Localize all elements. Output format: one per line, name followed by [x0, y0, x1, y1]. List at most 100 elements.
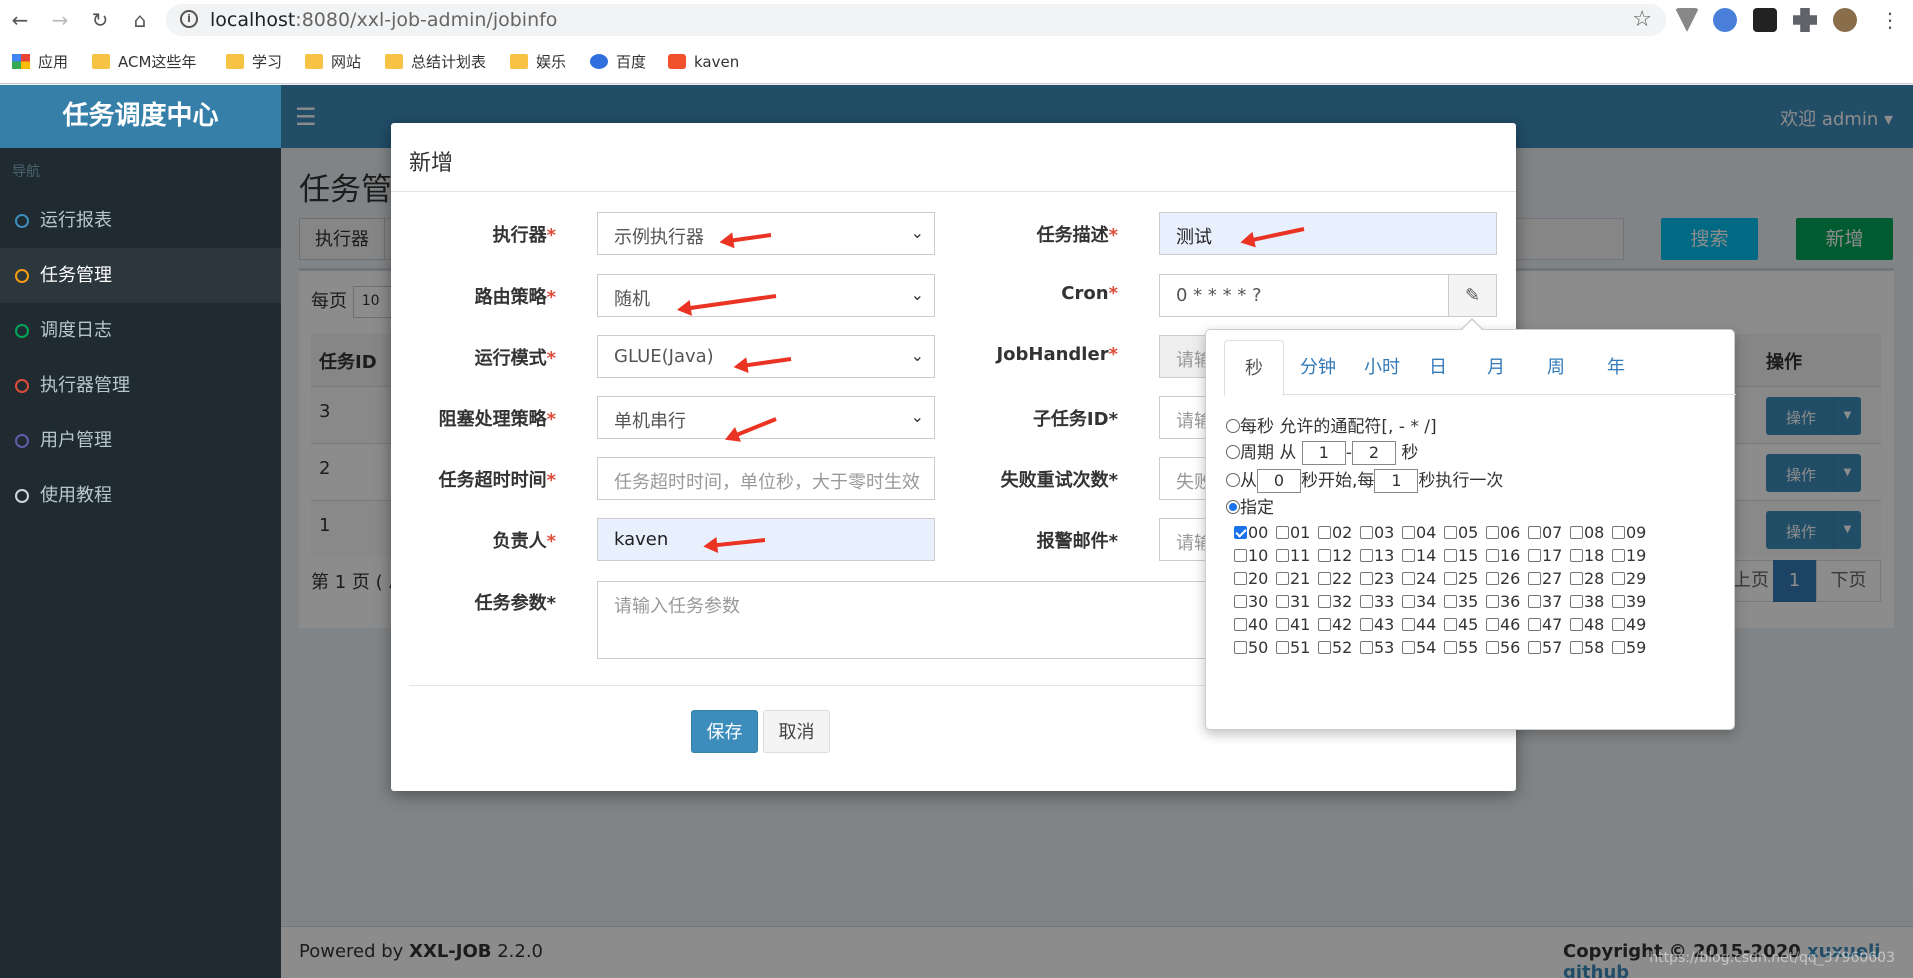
- tab-hour[interactable]: 小时: [1352, 340, 1412, 396]
- second-checkbox-24[interactable]: 24: [1402, 569, 1444, 591]
- checkbox[interactable]: [1318, 595, 1331, 608]
- second-checkbox-51[interactable]: 51: [1276, 638, 1318, 660]
- checkbox[interactable]: [1444, 572, 1457, 585]
- run-mode-select[interactable]: GLUE(Java) ⌄: [597, 335, 935, 378]
- sidebar-item-users[interactable]: 用户管理: [0, 413, 281, 468]
- home-icon[interactable]: ⌂: [126, 6, 154, 34]
- checkbox[interactable]: [1612, 641, 1625, 654]
- app-logo[interactable]: 任务调度中心: [0, 85, 281, 148]
- cycle-from-input[interactable]: 1: [1301, 441, 1346, 465]
- second-checkbox-08[interactable]: 08: [1570, 523, 1612, 545]
- sidebar-item-logs[interactable]: 调度日志: [0, 303, 281, 358]
- bookmark-item[interactable]: 网站: [305, 50, 361, 74]
- second-checkbox-41[interactable]: 41: [1276, 615, 1318, 637]
- checkbox[interactable]: [1528, 526, 1541, 539]
- tab-day[interactable]: 日: [1408, 340, 1468, 396]
- tab-week[interactable]: 周: [1526, 340, 1586, 396]
- option-cycle[interactable]: 周期 从 1-2 秒: [1226, 438, 1418, 465]
- checkbox[interactable]: [1486, 641, 1499, 654]
- checkbox[interactable]: [1570, 572, 1583, 585]
- checkbox[interactable]: [1570, 549, 1583, 562]
- checkbox[interactable]: [1570, 641, 1583, 654]
- radio-every[interactable]: [1226, 419, 1240, 433]
- checkbox[interactable]: [1234, 526, 1247, 539]
- forward-icon[interactable]: →: [46, 6, 74, 34]
- second-checkbox-06[interactable]: 06: [1486, 523, 1528, 545]
- second-checkbox-11[interactable]: 11: [1276, 546, 1318, 568]
- bookmark-item[interactable]: 百度: [590, 50, 646, 74]
- second-checkbox-14[interactable]: 14: [1402, 546, 1444, 568]
- checkbox[interactable]: [1276, 641, 1289, 654]
- second-checkbox-40[interactable]: 40: [1234, 615, 1276, 637]
- second-checkbox-36[interactable]: 36: [1486, 592, 1528, 614]
- checkbox[interactable]: [1318, 641, 1331, 654]
- checkbox[interactable]: [1318, 618, 1331, 631]
- second-checkbox-20[interactable]: 20: [1234, 569, 1276, 591]
- menu-icon[interactable]: ⋮: [1876, 6, 1904, 34]
- second-checkbox-29[interactable]: 29: [1612, 569, 1654, 591]
- second-checkbox-31[interactable]: 31: [1276, 592, 1318, 614]
- back-icon[interactable]: ←: [6, 6, 34, 34]
- checkbox[interactable]: [1444, 595, 1457, 608]
- second-checkbox-39[interactable]: 39: [1612, 592, 1654, 614]
- checkbox[interactable]: [1528, 618, 1541, 631]
- checkbox[interactable]: [1444, 641, 1457, 654]
- second-checkbox-54[interactable]: 54: [1402, 638, 1444, 660]
- checkbox[interactable]: [1612, 595, 1625, 608]
- checkbox[interactable]: [1402, 618, 1415, 631]
- second-checkbox-12[interactable]: 12: [1318, 546, 1360, 568]
- checkbox[interactable]: [1276, 572, 1289, 585]
- second-checkbox-38[interactable]: 38: [1570, 592, 1612, 614]
- second-checkbox-02[interactable]: 02: [1318, 523, 1360, 545]
- second-checkbox-00[interactable]: 00: [1234, 523, 1276, 545]
- second-checkbox-55[interactable]: 55: [1444, 638, 1486, 660]
- from-every-input[interactable]: 1: [1374, 469, 1419, 493]
- bookmark-item[interactable]: 学习: [226, 50, 282, 74]
- second-checkbox-44[interactable]: 44: [1402, 615, 1444, 637]
- checkbox[interactable]: [1486, 595, 1499, 608]
- checkbox[interactable]: [1444, 549, 1457, 562]
- second-checkbox-27[interactable]: 27: [1528, 569, 1570, 591]
- checkbox[interactable]: [1528, 641, 1541, 654]
- sidebar-item-jobs[interactable]: 任务管理: [0, 248, 281, 303]
- checkbox[interactable]: [1234, 641, 1247, 654]
- site-info-icon[interactable]: i: [180, 10, 198, 28]
- checkbox[interactable]: [1402, 641, 1415, 654]
- option-from[interactable]: 从 0 秒开始,每 1 秒执行一次: [1226, 466, 1503, 493]
- sidebar-item-help[interactable]: 使用教程: [0, 468, 281, 523]
- second-checkbox-13[interactable]: 13: [1360, 546, 1402, 568]
- second-checkbox-49[interactable]: 49: [1612, 615, 1654, 637]
- tab-second[interactable]: 秒: [1224, 340, 1284, 396]
- radio-specify[interactable]: [1226, 500, 1240, 514]
- second-checkbox-52[interactable]: 52: [1318, 638, 1360, 660]
- checkbox[interactable]: [1360, 641, 1373, 654]
- sidebar-item-report[interactable]: 运行报表: [0, 193, 281, 248]
- second-checkbox-15[interactable]: 15: [1444, 546, 1486, 568]
- bookmark-item[interactable]: ACM这些年: [92, 50, 196, 74]
- second-checkbox-45[interactable]: 45: [1444, 615, 1486, 637]
- checkbox[interactable]: [1276, 618, 1289, 631]
- tab-year[interactable]: 年: [1586, 340, 1646, 396]
- checkbox[interactable]: [1528, 572, 1541, 585]
- second-checkbox-21[interactable]: 21: [1276, 569, 1318, 591]
- second-checkbox-58[interactable]: 58: [1570, 638, 1612, 660]
- bookmark-item[interactable]: 总结计划表: [385, 50, 486, 74]
- job-desc-input[interactable]: 测试: [1159, 212, 1497, 255]
- second-checkbox-57[interactable]: 57: [1528, 638, 1570, 660]
- checkbox[interactable]: [1402, 526, 1415, 539]
- checkbox[interactable]: [1234, 572, 1247, 585]
- extension-icon[interactable]: [1675, 8, 1699, 32]
- checkbox[interactable]: [1444, 618, 1457, 631]
- second-checkbox-43[interactable]: 43: [1360, 615, 1402, 637]
- second-checkbox-19[interactable]: 19: [1612, 546, 1654, 568]
- bookmark-item[interactable]: kaven: [668, 50, 739, 74]
- checkbox[interactable]: [1318, 526, 1331, 539]
- checkbox[interactable]: [1486, 572, 1499, 585]
- radio-from[interactable]: [1226, 473, 1240, 487]
- second-checkbox-05[interactable]: 05: [1444, 523, 1486, 545]
- checkbox[interactable]: [1360, 526, 1373, 539]
- checkbox[interactable]: [1318, 549, 1331, 562]
- second-checkbox-32[interactable]: 32: [1318, 592, 1360, 614]
- checkbox[interactable]: [1402, 572, 1415, 585]
- checkbox[interactable]: [1528, 549, 1541, 562]
